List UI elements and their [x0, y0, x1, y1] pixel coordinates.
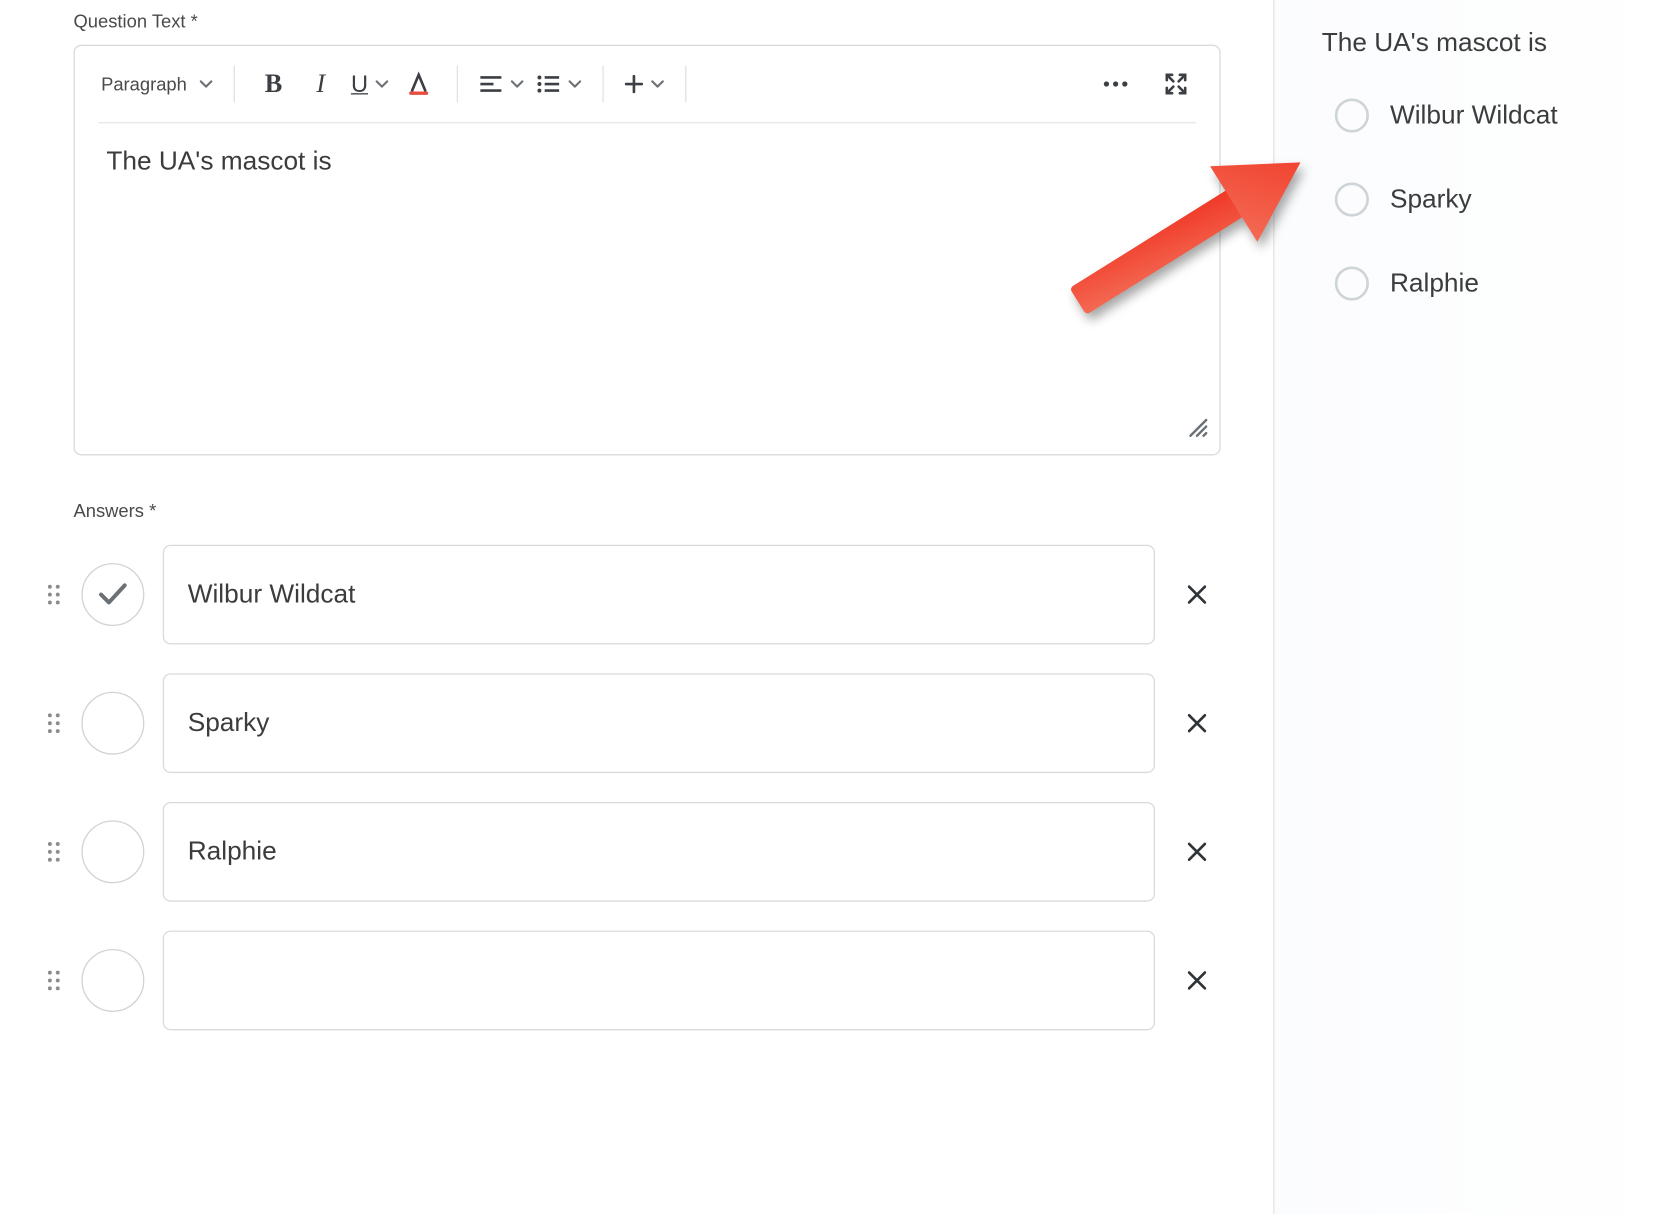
toolbar-separator [603, 66, 604, 103]
question-text-label: Question Text * [74, 11, 1221, 32]
more-options-button[interactable] [1096, 64, 1135, 103]
preview-options-list: Wilbur Wildcat Sparky Ralphie [1322, 98, 1667, 300]
correct-answer-toggle[interactable] [81, 820, 144, 883]
preview-option[interactable]: Sparky [1322, 182, 1667, 216]
radio-icon [1335, 182, 1369, 216]
chevron-down-icon [569, 76, 582, 92]
delete-answer-button[interactable] [1173, 571, 1220, 618]
preview-question-text: The UA's mascot is [1322, 29, 1667, 59]
drag-handle-icon[interactable] [45, 584, 63, 605]
correct-answer-toggle[interactable] [81, 692, 144, 755]
chevron-down-icon [511, 76, 524, 92]
preview-option-label: Sparky [1390, 184, 1472, 214]
preview-option-label: Wilbur Wildcat [1390, 100, 1558, 130]
drag-handle-icon[interactable] [45, 841, 63, 862]
toolbar-separator [234, 66, 235, 103]
answer-row [74, 802, 1221, 902]
question-text-input[interactable]: The UA's mascot is [75, 123, 1220, 454]
preview-option[interactable]: Ralphie [1322, 266, 1667, 300]
answer-text-input[interactable] [163, 545, 1155, 645]
correct-answer-toggle[interactable] [81, 563, 144, 626]
list-button[interactable] [535, 64, 585, 103]
align-button[interactable] [477, 64, 527, 103]
text-color-button[interactable] [400, 64, 439, 103]
answer-row [74, 673, 1221, 773]
answer-text-input[interactable] [163, 802, 1155, 902]
answers-label: Answers * [74, 500, 1221, 521]
chevron-down-icon [376, 76, 389, 92]
paragraph-style-label: Paragraph [101, 74, 192, 95]
fullscreen-button[interactable] [1156, 64, 1195, 103]
correct-answer-toggle[interactable] [81, 949, 144, 1012]
delete-answer-button[interactable] [1173, 957, 1220, 1004]
delete-answer-button[interactable] [1173, 700, 1220, 747]
answer-text-input[interactable] [163, 931, 1155, 1031]
answers-list [74, 545, 1221, 1031]
radio-icon [1335, 266, 1369, 300]
preview-option-label: Ralphie [1390, 268, 1479, 298]
radio-icon [1335, 98, 1369, 132]
bold-button[interactable]: B [254, 64, 293, 103]
delete-answer-button[interactable] [1173, 828, 1220, 875]
chevron-down-icon [200, 76, 213, 92]
rte-toolbar: Paragraph B I U [75, 46, 1220, 122]
editor-pane: Question Text * Paragraph B I U [0, 0, 1273, 1214]
answer-row [74, 931, 1221, 1031]
underline-button[interactable]: U [348, 64, 391, 103]
question-text-content: The UA's mascot is [106, 147, 331, 176]
preview-pane: The UA's mascot is Wilbur Wildcat Sparky R… [1273, 0, 1680, 1214]
toolbar-separator [457, 66, 458, 103]
insert-button[interactable] [623, 64, 668, 103]
chevron-down-icon [652, 76, 665, 92]
toolbar-separator [686, 66, 687, 103]
drag-handle-icon[interactable] [45, 713, 63, 734]
drag-handle-icon[interactable] [45, 970, 63, 991]
italic-button[interactable]: I [301, 64, 340, 103]
rich-text-editor: Paragraph B I U [74, 45, 1221, 456]
paragraph-style-dropdown[interactable]: Paragraph [98, 64, 215, 103]
resize-handle-icon[interactable] [1185, 415, 1209, 447]
preview-option[interactable]: Wilbur Wildcat [1322, 98, 1667, 132]
answer-text-input[interactable] [163, 673, 1155, 773]
answer-row [74, 545, 1221, 645]
